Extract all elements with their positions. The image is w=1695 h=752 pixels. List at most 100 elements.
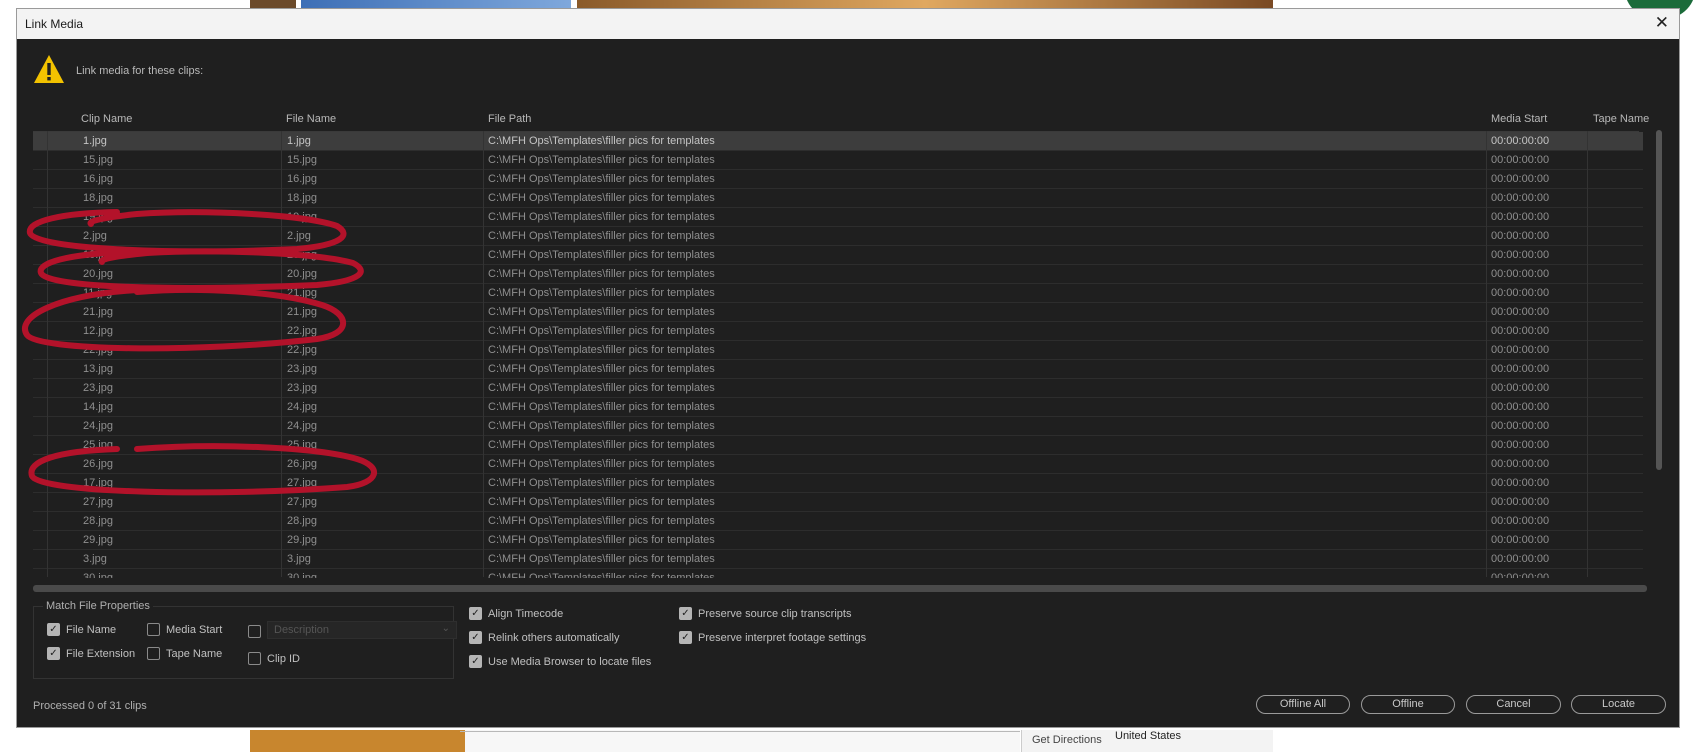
preserve-interpret-option[interactable]: ✓ Preserve interpret footage settings [679, 631, 866, 644]
preserve-transcripts-label: Preserve source clip transcripts [698, 607, 852, 620]
header-tape-name[interactable]: Tape Name [1593, 113, 1649, 125]
use-media-browser-checkbox[interactable]: ✓ [469, 655, 482, 668]
table-body[interactable]: 1.jpg 1.jpg C:\MFH Ops\Templates\filler pi… [33, 132, 1643, 578]
file-path-cell: C:\MFH Ops\Templates\filler pics for tem… [488, 382, 715, 394]
horizontal-scrollbar[interactable] [33, 585, 1647, 592]
preserve-transcripts-option[interactable]: ✓ Preserve source clip transcripts [679, 607, 851, 620]
file-name-cell: 27.jpg [287, 496, 317, 508]
tape-name-checkbox[interactable] [147, 647, 160, 660]
table-row[interactable]: 16.jpg 16.jpg C:\MFH Ops\Templates\filler … [33, 170, 1643, 189]
chevron-down-icon: ⌄ [441, 623, 450, 634]
clip-name-cell: 17.jpg [83, 477, 113, 489]
clip-id-option[interactable]: Clip ID [248, 652, 300, 665]
table-row[interactable]: 21.jpg 21.jpg C:\MFH Ops\Templates\filler … [33, 303, 1643, 322]
table-row[interactable]: 12.jpg 22.jpg C:\MFH Ops\Templates\filler … [33, 322, 1643, 341]
title-bar: Link Media ✕ [17, 9, 1679, 39]
offline-all-button[interactable]: Offline All [1256, 695, 1350, 714]
clip-name-cell: 3.jpg [83, 553, 107, 565]
align-timecode-label: Align Timecode [488, 607, 564, 620]
table-row[interactable]: 1.jpg 1.jpg C:\MFH Ops\Templates\filler pi… [33, 132, 1643, 151]
offline-button[interactable]: Offline [1361, 695, 1455, 714]
table-row[interactable]: 11.jpg 21.jpg C:\MFH Ops\Templates\filler … [33, 284, 1643, 303]
column-divider [1587, 131, 1588, 577]
relink-others-option[interactable]: ✓ Relink others automatically [469, 631, 619, 644]
description-option[interactable] [248, 625, 261, 638]
preserve-transcripts-checkbox[interactable]: ✓ [679, 607, 692, 620]
use-media-browser-label: Use Media Browser to locate files [488, 655, 652, 668]
background-divider [460, 731, 1020, 732]
table-row[interactable]: 15.jpg 15.jpg C:\MFH Ops\Templates\filler … [33, 151, 1643, 170]
vertical-scrollbar[interactable] [1656, 130, 1662, 470]
clip-name-cell: 2.jpg [83, 230, 107, 242]
table-row[interactable]: 18.jpg 18.jpg C:\MFH Ops\Templates\filler … [33, 189, 1643, 208]
cancel-button[interactable]: Cancel [1466, 695, 1561, 714]
align-timecode-checkbox[interactable]: ✓ [469, 607, 482, 620]
file-name-label: File Name [66, 623, 117, 636]
header-file-name[interactable]: File Name [286, 113, 336, 125]
relink-others-checkbox[interactable]: ✓ [469, 631, 482, 644]
table-row[interactable]: 26.jpg 26.jpg C:\MFH Ops\Templates\filler … [33, 455, 1643, 474]
table-row[interactable]: 19.jpg 19.jpg C:\MFH Ops\Templates\filler … [33, 208, 1643, 227]
file-path-cell: C:\MFH Ops\Templates\filler pics for tem… [488, 173, 715, 185]
table-row[interactable]: 30.jpg 30.jpg C:\MFH Ops\Templates\filler … [33, 569, 1643, 578]
table-row[interactable]: 23.jpg 23.jpg C:\MFH Ops\Templates\filler … [33, 379, 1643, 398]
file-name-cell: 23.jpg [287, 363, 317, 375]
file-name-cell: 2.jpg [287, 230, 311, 242]
file-name-cell: 16.jpg [287, 173, 317, 185]
table-row[interactable]: 28.jpg 28.jpg C:\MFH Ops\Templates\filler … [33, 512, 1643, 531]
file-name-option[interactable]: ✓ File Name [47, 623, 116, 636]
file-path-cell: C:\MFH Ops\Templates\filler pics for tem… [488, 496, 715, 508]
table-row[interactable]: 22.jpg 22.jpg C:\MFH Ops\Templates\filler … [33, 341, 1643, 360]
table-row[interactable]: 10.jpg 20.jpg C:\MFH Ops\Templates\filler … [33, 246, 1643, 265]
file-path-cell: C:\MFH Ops\Templates\filler pics for tem… [488, 135, 715, 147]
media-start-checkbox[interactable] [147, 623, 160, 636]
media-start-cell: 00:00:00:00 [1491, 382, 1550, 394]
locate-button[interactable]: Locate [1571, 695, 1666, 714]
file-name-checkbox[interactable]: ✓ [47, 623, 60, 636]
clip-name-cell: 21.jpg [83, 306, 113, 318]
file-path-cell: C:\MFH Ops\Templates\filler pics for tem… [488, 515, 715, 527]
align-timecode-option[interactable]: ✓ Align Timecode [469, 607, 563, 620]
media-start-option[interactable]: Media Start [147, 623, 222, 636]
tape-name-option[interactable]: Tape Name [147, 647, 222, 660]
media-start-cell: 00:00:00:00 [1491, 287, 1550, 299]
preserve-interpret-checkbox[interactable]: ✓ [679, 631, 692, 644]
table-row[interactable]: 29.jpg 29.jpg C:\MFH Ops\Templates\filler … [33, 531, 1643, 550]
media-start-cell: 00:00:00:00 [1491, 458, 1550, 470]
table-row[interactable]: 24.jpg 24.jpg C:\MFH Ops\Templates\filler … [33, 417, 1643, 436]
clip-name-cell: 23.jpg [83, 382, 113, 394]
table-row[interactable]: 25.jpg 25.jpg C:\MFH Ops\Templates\filler … [33, 436, 1643, 455]
file-extension-checkbox[interactable]: ✓ [47, 647, 60, 660]
clip-id-label: Clip ID [267, 652, 301, 665]
media-start-cell: 00:00:00:00 [1491, 230, 1550, 242]
table-row[interactable]: 20.jpg 20.jpg C:\MFH Ops\Templates\filler … [33, 265, 1643, 284]
file-name-cell: 1.jpg [287, 135, 311, 147]
file-name-cell: 21.jpg [287, 287, 317, 299]
tape-name-label: Tape Name [166, 647, 223, 660]
clip-name-cell: 28.jpg [83, 515, 113, 527]
close-icon[interactable]: ✕ [1655, 13, 1669, 33]
file-path-cell: C:\MFH Ops\Templates\filler pics for tem… [488, 477, 715, 489]
file-extension-option[interactable]: ✓ File Extension [47, 647, 135, 660]
match-properties-group [33, 606, 454, 679]
table-row[interactable]: 2.jpg 2.jpg C:\MFH Ops\Templates\filler pi… [33, 227, 1643, 246]
header-file-path[interactable]: File Path [488, 113, 531, 125]
file-path-cell: C:\MFH Ops\Templates\filler pics for tem… [488, 363, 715, 375]
table-row[interactable]: 27.jpg 27.jpg C:\MFH Ops\Templates\filler … [33, 493, 1643, 512]
clip-name-cell: 18.jpg [83, 192, 113, 204]
table-row[interactable]: 14.jpg 24.jpg C:\MFH Ops\Templates\filler … [33, 398, 1643, 417]
header-media-start[interactable]: Media Start [1491, 113, 1547, 125]
header-clip-name[interactable]: Clip Name [81, 113, 132, 125]
use-media-browser-option[interactable]: ✓ Use Media Browser to locate files [469, 655, 651, 668]
table-row[interactable]: 3.jpg 3.jpg C:\MFH Ops\Templates\filler pi… [33, 550, 1643, 569]
file-path-cell: C:\MFH Ops\Templates\filler pics for tem… [488, 344, 715, 356]
table-row[interactable]: 17.jpg 27.jpg C:\MFH Ops\Templates\filler … [33, 474, 1643, 493]
clip-name-cell: 13.jpg [83, 363, 113, 375]
get-directions-link[interactable]: Get Directions [1032, 734, 1102, 746]
description-checkbox[interactable] [248, 625, 261, 638]
clip-id-checkbox[interactable] [248, 652, 261, 665]
table-row[interactable]: 13.jpg 23.jpg C:\MFH Ops\Templates\filler … [33, 360, 1643, 379]
clip-name-cell: 1.jpg [83, 135, 107, 147]
description-label: Description [274, 624, 330, 636]
file-path-cell: C:\MFH Ops\Templates\filler pics for tem… [488, 306, 715, 318]
